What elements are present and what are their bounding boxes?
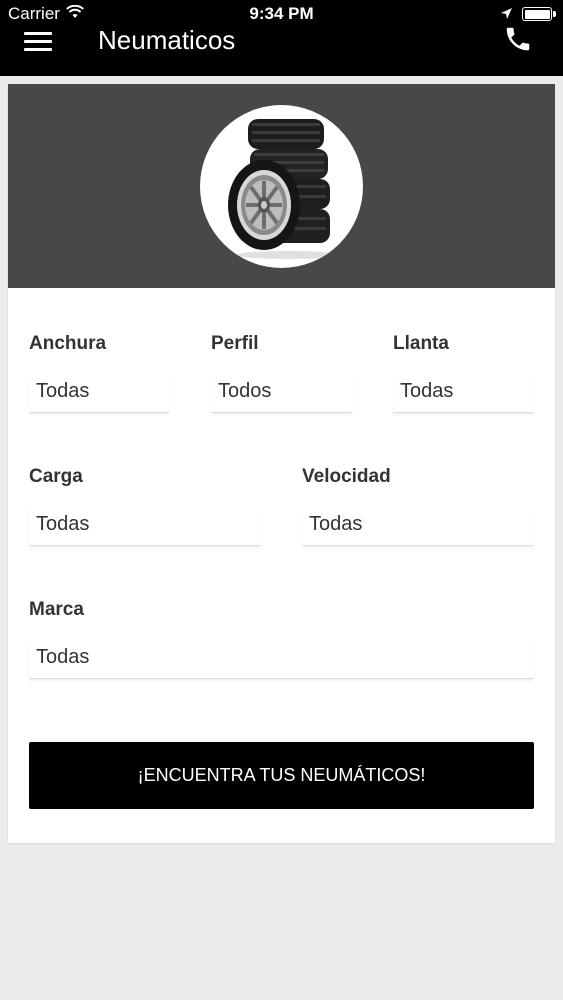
status-time: 9:34 PM	[249, 4, 314, 23]
marca-label: Marca	[29, 599, 84, 620]
battery-icon	[522, 7, 556, 21]
carga-select[interactable]: Todas	[29, 506, 261, 546]
tire-stack-image	[200, 105, 363, 268]
marca-value: Todas	[36, 646, 90, 668]
anchura-select[interactable]: Todas	[29, 373, 170, 413]
anchura-label: Anchura	[29, 333, 107, 354]
llanta-select[interactable]: Todas	[393, 373, 534, 413]
find-tires-button[interactable]: ¡ENCUENTRA TUS NEUMÁTICOS!	[29, 742, 534, 809]
carga-label: Carga	[29, 466, 83, 487]
page-title: Neumaticos	[98, 25, 236, 55]
carga-value: Todas	[36, 513, 90, 535]
velocidad-value: Todas	[309, 513, 363, 535]
perfil-label: Perfil	[211, 333, 259, 354]
anchura-value: Todas	[36, 380, 90, 402]
llanta-label: Llanta	[393, 333, 449, 354]
location-arrow-icon	[500, 5, 513, 25]
status-bar: Carrier 9:34 PM	[0, 0, 563, 28]
velocidad-select[interactable]: Todas	[302, 506, 534, 546]
phone-icon[interactable]	[503, 24, 535, 56]
perfil-select[interactable]: Todos	[211, 373, 352, 413]
perfil-value: Todos	[218, 380, 272, 402]
velocidad-label: Velocidad	[302, 466, 391, 487]
banner	[8, 84, 555, 288]
llanta-value: Todas	[400, 380, 454, 402]
search-card: Anchura Todas Perfil Todos Llanta Todas …	[8, 84, 555, 843]
nav-bar: Neumaticos	[0, 25, 563, 76]
marca-select[interactable]: Todas	[29, 639, 534, 679]
hamburger-menu-icon[interactable]	[24, 32, 52, 56]
